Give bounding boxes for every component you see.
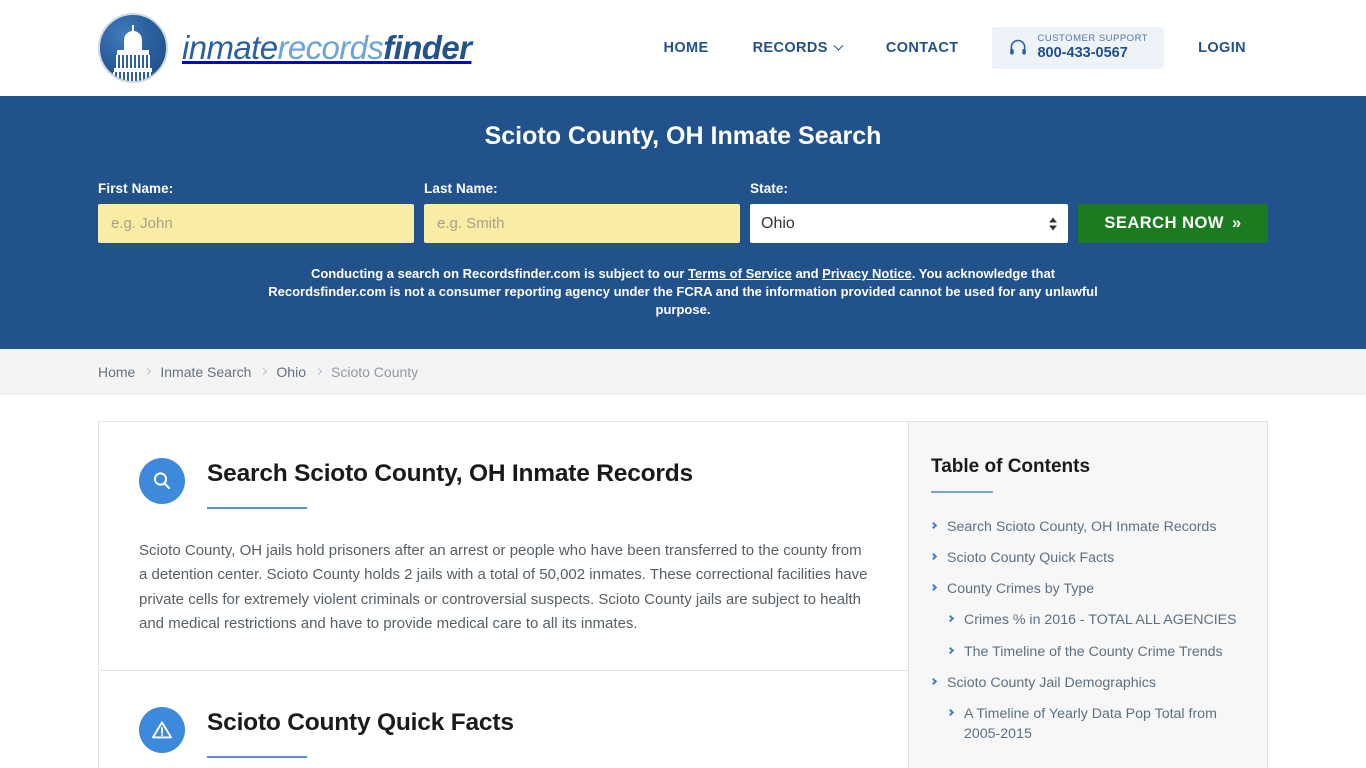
toc-item-label: Scioto County Jail Demographics	[947, 674, 1156, 691]
chevron-right-icon	[929, 553, 938, 561]
disclaimer-text-1: Conducting a search on Recordsfinder.com…	[310, 266, 689, 281]
breadcrumb-item-ohio[interactable]: Ohio	[276, 364, 306, 380]
chevron-right-icon	[929, 677, 938, 685]
last-name-label: Last Name:	[424, 181, 498, 196]
site-logo[interactable]: inmaterecordsfinder	[98, 13, 472, 83]
breadcrumb-item-inmate-search[interactable]: Inmate Search	[160, 364, 251, 380]
section-body-search-records: Scioto County, OH jails hold prisoners a…	[139, 542, 868, 632]
toc-item-label: Scioto County Quick Facts	[947, 550, 1115, 567]
breadcrumb-current: Scioto County	[331, 363, 419, 380]
first-name-field-group: First Name:	[98, 181, 414, 243]
toc-item-label: The Timeline of the County Crime Trends	[964, 643, 1223, 660]
nav-item-home[interactable]: HOME	[641, 30, 730, 66]
first-name-label: First Name:	[98, 181, 174, 196]
toc-item-search-records[interactable]: Search Scioto County, OH Inmate Records	[929, 517, 1237, 537]
nav-item-home-label: HOME	[663, 40, 709, 56]
chevron-right-icon	[946, 708, 955, 716]
chevron-right-icon	[314, 367, 323, 376]
search-now-label: SEARCH NOW	[1104, 214, 1224, 232]
disclaimer-text-2: and	[791, 266, 823, 281]
logo-word-records: records	[277, 29, 384, 66]
state-field-group: State:	[750, 181, 1068, 243]
chevron-right-icon	[946, 646, 955, 654]
toc-list: Search Scioto County, OH Inmate Records …	[929, 517, 1237, 744]
section-search-records: Search Scioto County, OH Inmate Records …	[99, 422, 908, 670]
logo-word-inmate: inmate	[182, 29, 278, 66]
breadcrumb-item-home[interactable]: Home	[98, 364, 135, 380]
chevron-right-icon	[929, 584, 938, 592]
toc-item-crime-trends-timeline[interactable]: The Timeline of the County Crime Trends	[931, 642, 1237, 662]
nav-item-login[interactable]: LOGIN	[1176, 30, 1268, 66]
nav-item-login-label: LOGIN	[1198, 40, 1246, 56]
search-now-button[interactable]: SEARCH NOW »	[1077, 204, 1268, 243]
support-label: CUSTOMER SUPPORT	[1037, 33, 1149, 45]
first-name-input[interactable]	[98, 204, 414, 243]
section-underline	[207, 507, 307, 509]
double-chevron-right-icon: »	[1231, 214, 1242, 232]
section-title-search-records: Search Scioto County, OH Inmate Records	[207, 460, 693, 487]
last-name-field-group: Last Name:	[424, 181, 740, 243]
toc-item-label: Crimes % in 2016 - TOTAL ALL AGENCIES	[964, 612, 1237, 629]
state-select[interactable]	[750, 204, 1068, 243]
logo-wordmark: inmaterecordsfinder	[182, 29, 472, 67]
main-navigation: HOME RECORDS CONTACT CUSTOMER SUPPORT 80…	[641, 27, 1268, 69]
nav-item-contact-label: CONTACT	[885, 40, 959, 56]
site-header: inmaterecordsfinder HOME RECORDS CONTACT…	[0, 0, 1366, 96]
main-content-card: Search Scioto County, OH Inmate Records …	[98, 421, 908, 768]
toc-item-quick-facts[interactable]: Scioto County Quick Facts	[929, 548, 1237, 568]
breadcrumb-bar: Home Inmate Search Ohio Scioto County	[0, 349, 1366, 395]
customer-support-box[interactable]: CUSTOMER SUPPORT 800-433-0567	[992, 27, 1165, 69]
inmate-search-form: First Name: Last Name: State: SEARCH NOW…	[98, 181, 1268, 243]
warning-circle-icon	[139, 707, 185, 754]
section-quick-facts: Scioto County Quick Facts	[99, 670, 908, 768]
logo-word-finder: finder	[383, 29, 472, 66]
chevron-right-icon	[260, 367, 268, 376]
search-circle-icon	[139, 458, 185, 504]
toc-item-county-crimes-by-type[interactable]: County Crimes by Type	[929, 579, 1237, 599]
toc-title: Table of Contents	[931, 456, 1091, 477]
toc-item-jail-demographics[interactable]: Scioto County Jail Demographics	[929, 673, 1237, 693]
hero-search-panel: Scioto County, OH Inmate Search First Na…	[0, 96, 1366, 349]
toc-item-label: A Timeline of Yearly Data Pop Total from…	[964, 705, 1217, 743]
chevron-right-icon	[929, 521, 938, 530]
state-label: State:	[750, 181, 789, 196]
toc-item-crimes-percent-2016[interactable]: Crimes % in 2016 - TOTAL ALL AGENCIES	[931, 610, 1237, 630]
terms-of-service-link[interactable]: Terms of Service	[688, 266, 792, 281]
toc-item-label: County Crimes by Type	[947, 581, 1095, 598]
search-disclaimer: Conducting a search on Recordsfinder.com…	[253, 265, 1113, 319]
privacy-notice-link[interactable]: Privacy Notice	[822, 266, 912, 281]
nav-item-contact[interactable]: CONTACT	[864, 30, 981, 66]
last-name-input[interactable]	[424, 204, 740, 243]
section-underline	[207, 756, 307, 759]
toc-item-yearly-data-pop-total[interactable]: A Timeline of Yearly Data Pop Total from…	[931, 704, 1237, 744]
capitol-dome-icon	[98, 13, 168, 83]
chevron-down-icon	[833, 40, 844, 51]
support-phone: 800-433-0567	[1037, 45, 1128, 62]
toc-item-label: Search Scioto County, OH Inmate Records	[947, 519, 1217, 535]
table-of-contents-sidebar: Table of Contents Search Scioto County, …	[908, 421, 1268, 768]
nav-item-records[interactable]: RECORDS	[731, 30, 864, 66]
page-content: Search Scioto County, OH Inmate Records …	[0, 395, 1366, 768]
toc-underline	[931, 491, 993, 493]
chevron-right-icon	[946, 615, 955, 623]
headset-icon	[1010, 39, 1027, 55]
chevron-right-icon	[144, 367, 152, 376]
page-title: Scioto County, OH Inmate Search	[484, 122, 882, 150]
breadcrumb: Home Inmate Search Ohio Scioto County	[98, 364, 418, 380]
nav-item-records-label: RECORDS	[752, 40, 828, 56]
section-title-quick-facts: Scioto County Quick Facts	[207, 709, 514, 737]
